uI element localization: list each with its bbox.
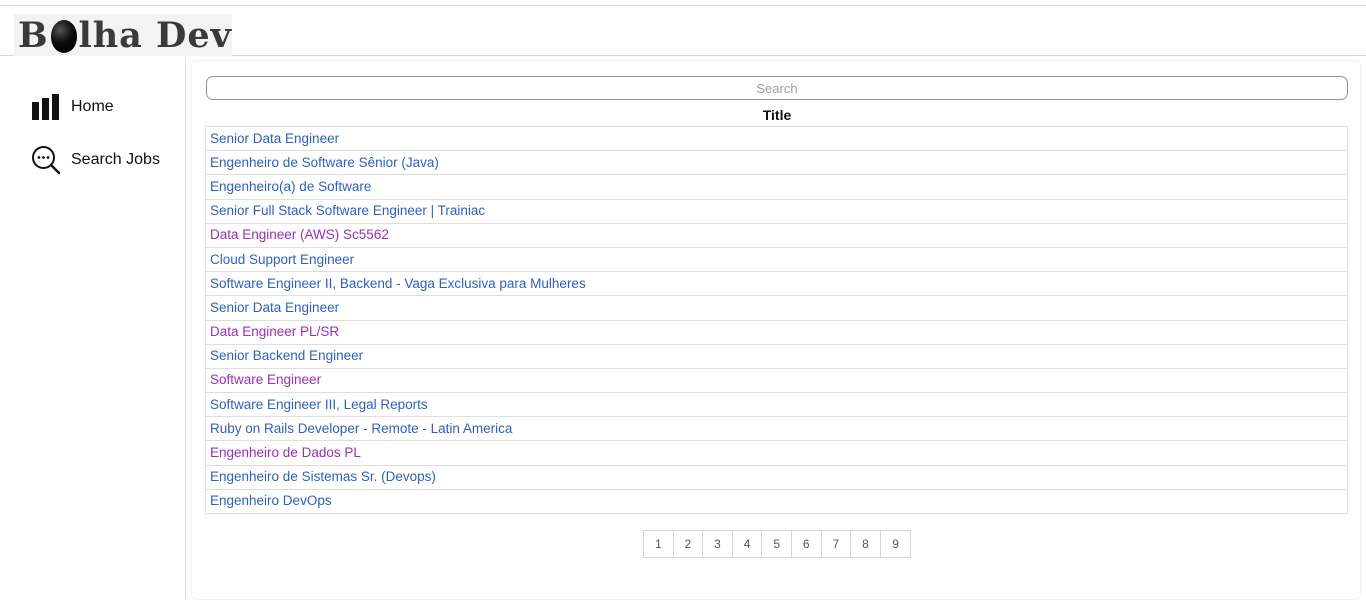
jobs-table: Senior Data Engineer Engenheiro de Softwa… [205,125,1348,515]
job-title-link[interactable]: Cloud Support Engineer [210,252,354,267]
job-title-link[interactable]: Ruby on Rails Developer - Remote - Latin… [210,421,512,436]
logo-text-start: B [18,14,49,56]
main-panel: Title Senior Data Engineer Engenheiro de … [191,60,1361,600]
table-row: Data Engineer (AWS) Sc5562 [205,222,1348,248]
table-cell: Engenheiro de Software Sênior (Java) [205,150,1348,176]
job-title-link[interactable]: Software Engineer II, Backend - Vaga Exc… [210,276,586,291]
table-cell: Data Engineer (AWS) Sc5562 [205,222,1348,248]
page-button-9[interactable]: 9 [881,531,911,557]
table-row: Software Engineer [205,367,1348,394]
job-title-link[interactable]: Data Engineer PL/SR [210,324,339,339]
page-button-5[interactable]: 5 [762,531,792,557]
bolha-dev-logo[interactable]: B lha Dev [14,14,232,56]
search-input[interactable] [206,76,1348,100]
table-row: Senior Data Engineer [205,295,1348,321]
page-button-3[interactable]: 3 [703,531,733,557]
table-cell: Engenheiro DevOps [205,488,1348,515]
job-title-link[interactable]: Engenheiro(a) de Software [210,179,371,194]
job-title-link[interactable]: Data Engineer (AWS) Sc5562 [210,227,389,242]
table-cell: Software Engineer III, Legal Reports [205,392,1348,418]
table-row: Ruby on Rails Developer - Remote - Latin… [205,416,1348,442]
sidebar-item-search-jobs[interactable]: Search Jobs [31,145,160,175]
table-row: Engenheiro(a) de Software [205,174,1348,200]
page-button-4[interactable]: 4 [733,531,763,557]
bar-chart-icon [31,92,61,122]
table-row: Data Engineer PL/SR [205,319,1348,345]
sidebar-item-home[interactable]: Home [31,92,114,122]
table-row: Engenheiro DevOps [205,488,1348,515]
job-title-link[interactable]: Engenheiro de Dados PL [210,445,361,460]
header-bar: B lha Dev [0,6,1366,56]
table-cell: Software Engineer II, Backend - Vaga Exc… [205,271,1348,297]
job-title-link[interactable]: Senior Full Stack Software Engineer | Tr… [210,203,485,218]
table-cell: Senior Full Stack Software Engineer | Tr… [205,198,1348,224]
table-cell: Senior Data Engineer [205,295,1348,321]
job-title-link[interactable]: Software Engineer III, Legal Reports [210,397,428,412]
search-dots-icon [31,145,61,175]
column-header-title: Title [762,107,792,123]
table-row: Senior Data Engineer [205,125,1348,152]
table-cell: Ruby on Rails Developer - Remote - Latin… [205,416,1348,442]
table-row: Senior Full Stack Software Engineer | Tr… [205,198,1348,224]
sidebar-item-label: Home [71,98,114,115]
page-button-1[interactable]: 1 [644,531,674,557]
table-cell: Senior Backend Engineer [205,343,1348,369]
table-cell: Software Engineer [205,367,1348,394]
logo-text-end: lha Dev [78,14,232,56]
table-cell: Cloud Support Engineer [205,246,1348,273]
page-button-7[interactable]: 7 [822,531,852,557]
table-cell: Data Engineer PL/SR [205,319,1348,345]
sidebar: Home Search Jobs [0,57,186,600]
table-row: Cloud Support Engineer [205,246,1348,273]
page-button-6[interactable]: 6 [792,531,822,557]
bubble-ball-icon [50,19,78,53]
job-title-link[interactable]: Senior Backend Engineer [210,348,363,363]
job-title-link[interactable]: Senior Data Engineer [210,300,339,315]
table-row: Software Engineer III, Legal Reports [205,392,1348,418]
job-title-link[interactable]: Engenheiro de Sistemas Sr. (Devops) [210,469,436,484]
table-row: Senior Backend Engineer [205,343,1348,369]
table-row: Software Engineer II, Backend - Vaga Exc… [205,271,1348,297]
table-row: Engenheiro de Dados PL [205,440,1348,466]
table-cell: Engenheiro de Sistemas Sr. (Devops) [205,464,1348,490]
table-row: Engenheiro de Software Sênior (Java) [205,150,1348,176]
table-cell: Engenheiro(a) de Software [205,174,1348,200]
job-title-link[interactable]: Senior Data Engineer [210,131,339,146]
job-title-link[interactable]: Software Engineer [210,372,321,387]
job-title-link[interactable]: Engenheiro de Software Sênior (Java) [210,155,439,170]
page-button-8[interactable]: 8 [851,531,881,557]
table-row: Engenheiro de Sistemas Sr. (Devops) [205,464,1348,490]
sidebar-item-label: Search Jobs [71,151,160,168]
table-cell: Senior Data Engineer [205,125,1348,152]
page-button-2[interactable]: 2 [674,531,704,557]
job-title-link[interactable]: Engenheiro DevOps [210,493,332,508]
pagination: 123456789 [643,530,912,558]
table-cell: Engenheiro de Dados PL [205,440,1348,466]
